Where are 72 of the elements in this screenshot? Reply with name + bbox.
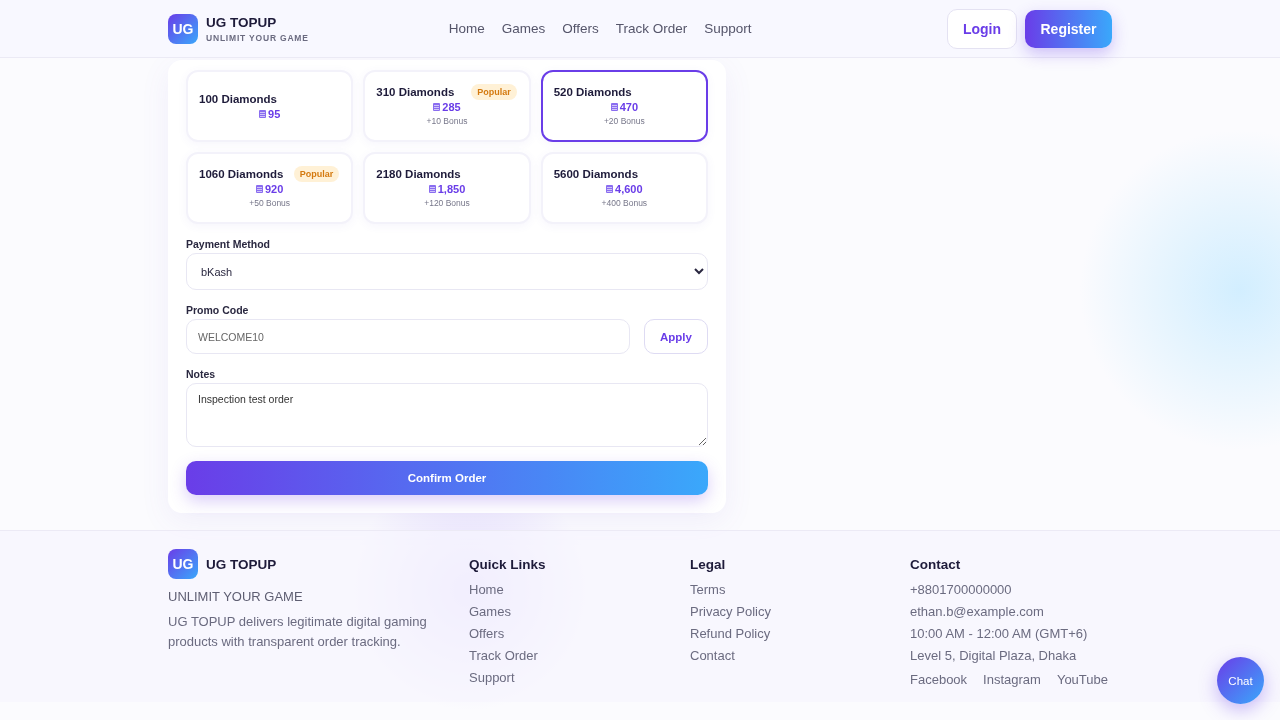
- footer-link[interactable]: Privacy Policy: [690, 601, 910, 623]
- package-price: 4,600: [606, 183, 643, 195]
- package-title: 5600 Diamonds: [553, 168, 639, 180]
- package-card[interactable]: 5600 Diamonds 4,600 +400 Bonus: [540, 152, 708, 224]
- nav-link[interactable]: Offers: [562, 21, 599, 36]
- price-icon: [610, 103, 618, 111]
- apply-button[interactable]: Apply: [644, 319, 708, 354]
- package-card[interactable]: 310 Diamonds 285 +10 Bonus Popular: [363, 70, 531, 142]
- popular-badge: Popular: [471, 84, 517, 100]
- footer-link[interactable]: ethan.b@example.com: [910, 601, 1112, 623]
- package-title: 2180 Diamonds: [376, 168, 461, 180]
- footer-link[interactable]: Games: [469, 601, 690, 623]
- package-bonus: +50 Bonus: [249, 198, 291, 208]
- footer-heading: Quick Links: [469, 557, 547, 572]
- footer-link[interactable]: 10:00 AM - 12:00 AM (GMT+6): [910, 623, 1112, 645]
- brand-name: UG TOPUP: [206, 14, 278, 30]
- package-card[interactable]: 520 Diamonds 470 +20 Bonus: [540, 70, 708, 142]
- package-card[interactable]: 2180 Diamonds 1,850 +120 Bonus: [363, 152, 531, 224]
- logo: UG: [168, 549, 198, 579]
- footer-heading: Legal: [690, 557, 727, 572]
- footer-tagline: UNLIMIT YOUR GAME: [168, 589, 304, 604]
- package-bonus: +10 Bonus: [426, 116, 468, 126]
- package-title: 1060 Diamonds: [199, 168, 284, 180]
- footer-link[interactable]: Refund Policy: [690, 623, 910, 645]
- package-bonus: +120 Bonus: [424, 198, 470, 208]
- nav-link[interactable]: Support: [704, 21, 752, 36]
- nav-link[interactable]: Track Order: [615, 21, 688, 36]
- login-button[interactable]: Login: [947, 8, 1017, 49]
- register-button[interactable]: Register: [1025, 9, 1112, 48]
- logo: UG: [168, 13, 198, 44]
- price-icon: [433, 103, 441, 111]
- social-link[interactable]: Instagram: [983, 669, 1041, 691]
- footer-description: UG TOPUP delivers legitimate digital gaming products with transparent order tracking.: [168, 613, 428, 651]
- package-bonus: +400 Bonus: [601, 198, 648, 208]
- package-price: 95: [259, 107, 281, 120]
- payment-select[interactable]: bKash: [186, 253, 708, 290]
- popular-badge: Popular: [293, 166, 340, 182]
- package-price: 285: [433, 101, 461, 113]
- footer-link[interactable]: Contact: [690, 645, 910, 667]
- package-card[interactable]: 1060 Diamonds 920 +50 Bonus Popular: [186, 152, 354, 224]
- price-icon: [606, 185, 614, 193]
- field-label: Notes: [186, 368, 217, 380]
- promo-input[interactable]: WELCOME10: [186, 319, 630, 354]
- footer-link[interactable]: Support: [469, 667, 690, 689]
- brand-tagline: UNLIMIT YOUR GAME: [206, 32, 309, 43]
- price-icon: [428, 185, 436, 193]
- package-price: 1,850: [428, 183, 466, 195]
- nav-link[interactable]: Games: [501, 21, 546, 36]
- brand-name: UG TOPUP: [206, 556, 277, 572]
- package-bonus: +20 Bonus: [603, 116, 645, 126]
- field-label: Promo Code: [186, 304, 250, 316]
- package-title: 310 Diamonds: [376, 86, 455, 98]
- footer-link[interactable]: Terms: [690, 579, 910, 601]
- package-price: 920: [256, 183, 284, 195]
- notes-field[interactable]: Inspection test order: [186, 383, 708, 447]
- social-link[interactable]: YouTube: [1056, 669, 1108, 691]
- social-link[interactable]: Facebook: [910, 669, 968, 691]
- package-price: 470: [610, 101, 638, 113]
- footer-link[interactable]: Level 5, Digital Plaza, Dhaka: [910, 645, 1112, 667]
- footer-link[interactable]: Home: [469, 579, 690, 601]
- price-icon: [256, 185, 263, 193]
- field-label: Payment Method: [186, 238, 271, 250]
- price-icon: [259, 109, 267, 118]
- package-title: 100 Diamonds: [199, 92, 277, 105]
- footer-link[interactable]: Track Order: [469, 645, 690, 667]
- package-card[interactable]: 100 Diamonds 95: [186, 70, 354, 142]
- footer-heading: Contact: [910, 557, 962, 572]
- nav-link[interactable]: Home: [448, 21, 485, 36]
- package-title: 520 Diamonds: [553, 86, 632, 98]
- footer-link[interactable]: Offers: [469, 623, 690, 645]
- footer-link[interactable]: +8801700000000: [910, 579, 1112, 601]
- confirm-order-button[interactable]: Confirm Order: [186, 461, 708, 495]
